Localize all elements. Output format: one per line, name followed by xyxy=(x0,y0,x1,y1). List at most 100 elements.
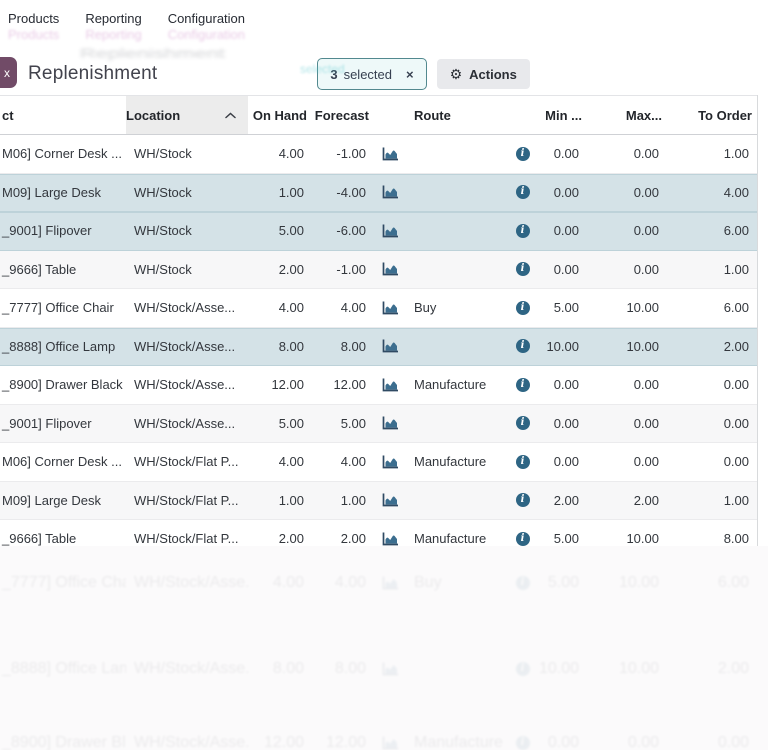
cell-min[interactable]: 5.00 xyxy=(537,300,587,315)
cell-product[interactable]: M06] Corner Desk ... xyxy=(0,454,126,469)
area-chart-icon[interactable] xyxy=(374,493,404,507)
cell-location[interactable]: WH/Stock/Asse... xyxy=(126,377,248,392)
cell-to-order[interactable]: 0.00 xyxy=(667,734,757,750)
cell-min[interactable]: 2.00 xyxy=(537,493,587,508)
cell-product[interactable]: _8900] Drawer Black xyxy=(0,734,126,750)
col-header-min[interactable]: Min ... xyxy=(537,108,587,123)
cell-max[interactable]: 0.00 xyxy=(587,377,667,392)
cell-to-order[interactable]: 0.00 xyxy=(667,454,757,469)
cell-to-order[interactable]: 1.00 xyxy=(667,146,757,161)
cell-min[interactable]: 0.00 xyxy=(537,185,587,200)
cell-max[interactable]: 0.00 xyxy=(587,146,667,161)
table-row[interactable]: _7777] Office Chair WH/Stock/Asse... 4.0… xyxy=(0,289,757,328)
cell-product[interactable]: _9666] Table xyxy=(0,262,126,277)
cell-route[interactable]: Manufacture xyxy=(404,734,508,750)
cell-max[interactable]: 0.00 xyxy=(587,454,667,469)
area-chart-icon[interactable] xyxy=(374,416,404,430)
col-header-max[interactable]: Max... xyxy=(587,108,667,123)
info-icon[interactable]: i xyxy=(508,493,537,508)
cell-max[interactable]: 0.00 xyxy=(587,416,667,431)
cell-max[interactable]: 0.00 xyxy=(587,223,667,238)
cell-to-order[interactable]: 1.00 xyxy=(667,262,757,277)
cell-min[interactable]: 10.00 xyxy=(537,339,587,354)
cell-max[interactable]: 10.00 xyxy=(587,339,667,354)
cell-product[interactable]: _9001] Flipover xyxy=(0,416,126,431)
cell-to-order[interactable]: 1.00 xyxy=(667,493,757,508)
cell-max[interactable]: 0.00 xyxy=(587,734,667,750)
info-icon[interactable]: i xyxy=(508,185,537,200)
cell-location[interactable]: WH/Stock/Flat P... xyxy=(126,493,248,508)
cell-location[interactable]: WH/Stock xyxy=(126,185,248,200)
info-icon[interactable]: i xyxy=(508,146,537,161)
breadcrumb-back-badge[interactable]: x xyxy=(0,57,17,88)
menu-item-reporting[interactable]: Reporting xyxy=(85,11,141,26)
area-chart-icon[interactable] xyxy=(374,736,404,750)
info-icon[interactable]: i xyxy=(508,531,537,546)
table-row[interactable]: _9001] Flipover WH/Stock/Asse... 5.00 5.… xyxy=(0,404,757,443)
cell-location[interactable]: WH/Stock/Flat P... xyxy=(126,531,248,546)
col-header-location[interactable]: Location xyxy=(126,96,248,134)
cell-location[interactable]: WH/Stock/Asse... xyxy=(126,660,248,678)
cell-product[interactable]: _8900] Drawer Black xyxy=(0,377,126,392)
cell-to-order[interactable]: 4.00 xyxy=(667,185,757,200)
cell-product[interactable]: _7777] Office Chair xyxy=(0,574,126,592)
cell-min[interactable]: 0.00 xyxy=(537,377,587,392)
actions-button[interactable]: ⚙ Actions xyxy=(436,59,530,89)
cell-location[interactable]: WH/Stock/Asse... xyxy=(126,574,248,592)
cell-product[interactable]: _7777] Office Chair xyxy=(0,300,126,315)
info-icon[interactable]: i xyxy=(508,223,537,238)
cell-product[interactable]: _9001] Flipover xyxy=(0,223,126,238)
cell-min[interactable]: 5.00 xyxy=(537,574,587,592)
col-header-on-hand[interactable]: On Hand xyxy=(248,108,312,123)
col-header-forecast[interactable]: Forecast xyxy=(312,108,374,123)
cell-product[interactable]: M06] Corner Desk ... xyxy=(0,146,126,161)
table-row[interactable]: _7777] Office Chair WH/Stock/Asse... 4.0… xyxy=(0,564,757,602)
cell-max[interactable]: 0.00 xyxy=(587,185,667,200)
table-row[interactable]: _9666] Table WH/Stock 2.00 -1.00 i 0.00 … xyxy=(0,250,757,289)
area-chart-icon[interactable] xyxy=(374,262,404,276)
cell-to-order[interactable]: 0.00 xyxy=(667,416,757,431)
cell-route[interactable]: Buy xyxy=(404,574,508,592)
info-icon[interactable]: i xyxy=(508,339,537,354)
cell-location[interactable]: WH/Stock/Asse... xyxy=(126,416,248,431)
info-icon[interactable]: i xyxy=(508,735,537,750)
cell-min[interactable]: 0.00 xyxy=(537,416,587,431)
area-chart-icon[interactable] xyxy=(374,576,404,590)
info-icon[interactable]: i xyxy=(508,416,537,431)
cell-product[interactable]: M09] Large Desk xyxy=(0,493,126,508)
cell-product[interactable]: _8888] Office Lamp xyxy=(0,339,126,354)
info-icon[interactable]: i xyxy=(508,262,537,277)
table-row[interactable]: M06] Corner Desk ... WH/Stock/Flat P... … xyxy=(0,443,757,482)
cell-location[interactable]: WH/Stock/Asse... xyxy=(126,300,248,315)
area-chart-icon[interactable] xyxy=(374,147,404,161)
table-row[interactable]: M09] Large Desk WH/Stock/Flat P... 1.00 … xyxy=(0,481,757,520)
cell-max[interactable]: 10.00 xyxy=(587,531,667,546)
cell-route[interactable]: Manufacture xyxy=(404,531,508,546)
info-icon[interactable]: i xyxy=(508,454,537,469)
table-row[interactable]: _8900] Drawer Black WH/Stock/Asse... 12.… xyxy=(0,366,757,405)
area-chart-icon[interactable] xyxy=(374,224,404,238)
cell-min[interactable]: 0.00 xyxy=(537,454,587,469)
cell-max[interactable]: 2.00 xyxy=(587,493,667,508)
table-row[interactable]: _9001] Flipover WH/Stock 5.00 -6.00 i 0.… xyxy=(0,212,757,251)
cell-to-order[interactable]: 6.00 xyxy=(667,300,757,315)
area-chart-icon[interactable] xyxy=(374,455,404,469)
area-chart-icon[interactable] xyxy=(374,185,404,199)
cell-product[interactable]: M09] Large Desk xyxy=(0,185,126,200)
table-row[interactable]: _8888] Office Lamp WH/Stock/Asse... 8.00… xyxy=(0,327,757,366)
menu-item-configuration[interactable]: Configuration xyxy=(168,11,245,26)
area-chart-icon[interactable] xyxy=(374,339,404,353)
area-chart-icon[interactable] xyxy=(374,532,404,546)
cell-route[interactable]: Buy xyxy=(404,300,508,315)
cell-min[interactable]: 5.00 xyxy=(537,531,587,546)
info-icon[interactable]: i xyxy=(508,377,537,392)
col-header-to-order[interactable]: To Order xyxy=(667,108,757,123)
cell-route[interactable]: Manufacture xyxy=(404,454,508,469)
cell-to-order[interactable]: 0.00 xyxy=(667,377,757,392)
cell-min[interactable]: 10.00 xyxy=(537,660,587,678)
cell-location[interactable]: WH/Stock xyxy=(126,146,248,161)
cell-route[interactable]: Manufacture xyxy=(404,377,508,392)
info-icon[interactable]: i xyxy=(508,300,537,315)
cell-min[interactable]: 0.00 xyxy=(537,146,587,161)
info-icon[interactable]: i xyxy=(508,661,537,676)
